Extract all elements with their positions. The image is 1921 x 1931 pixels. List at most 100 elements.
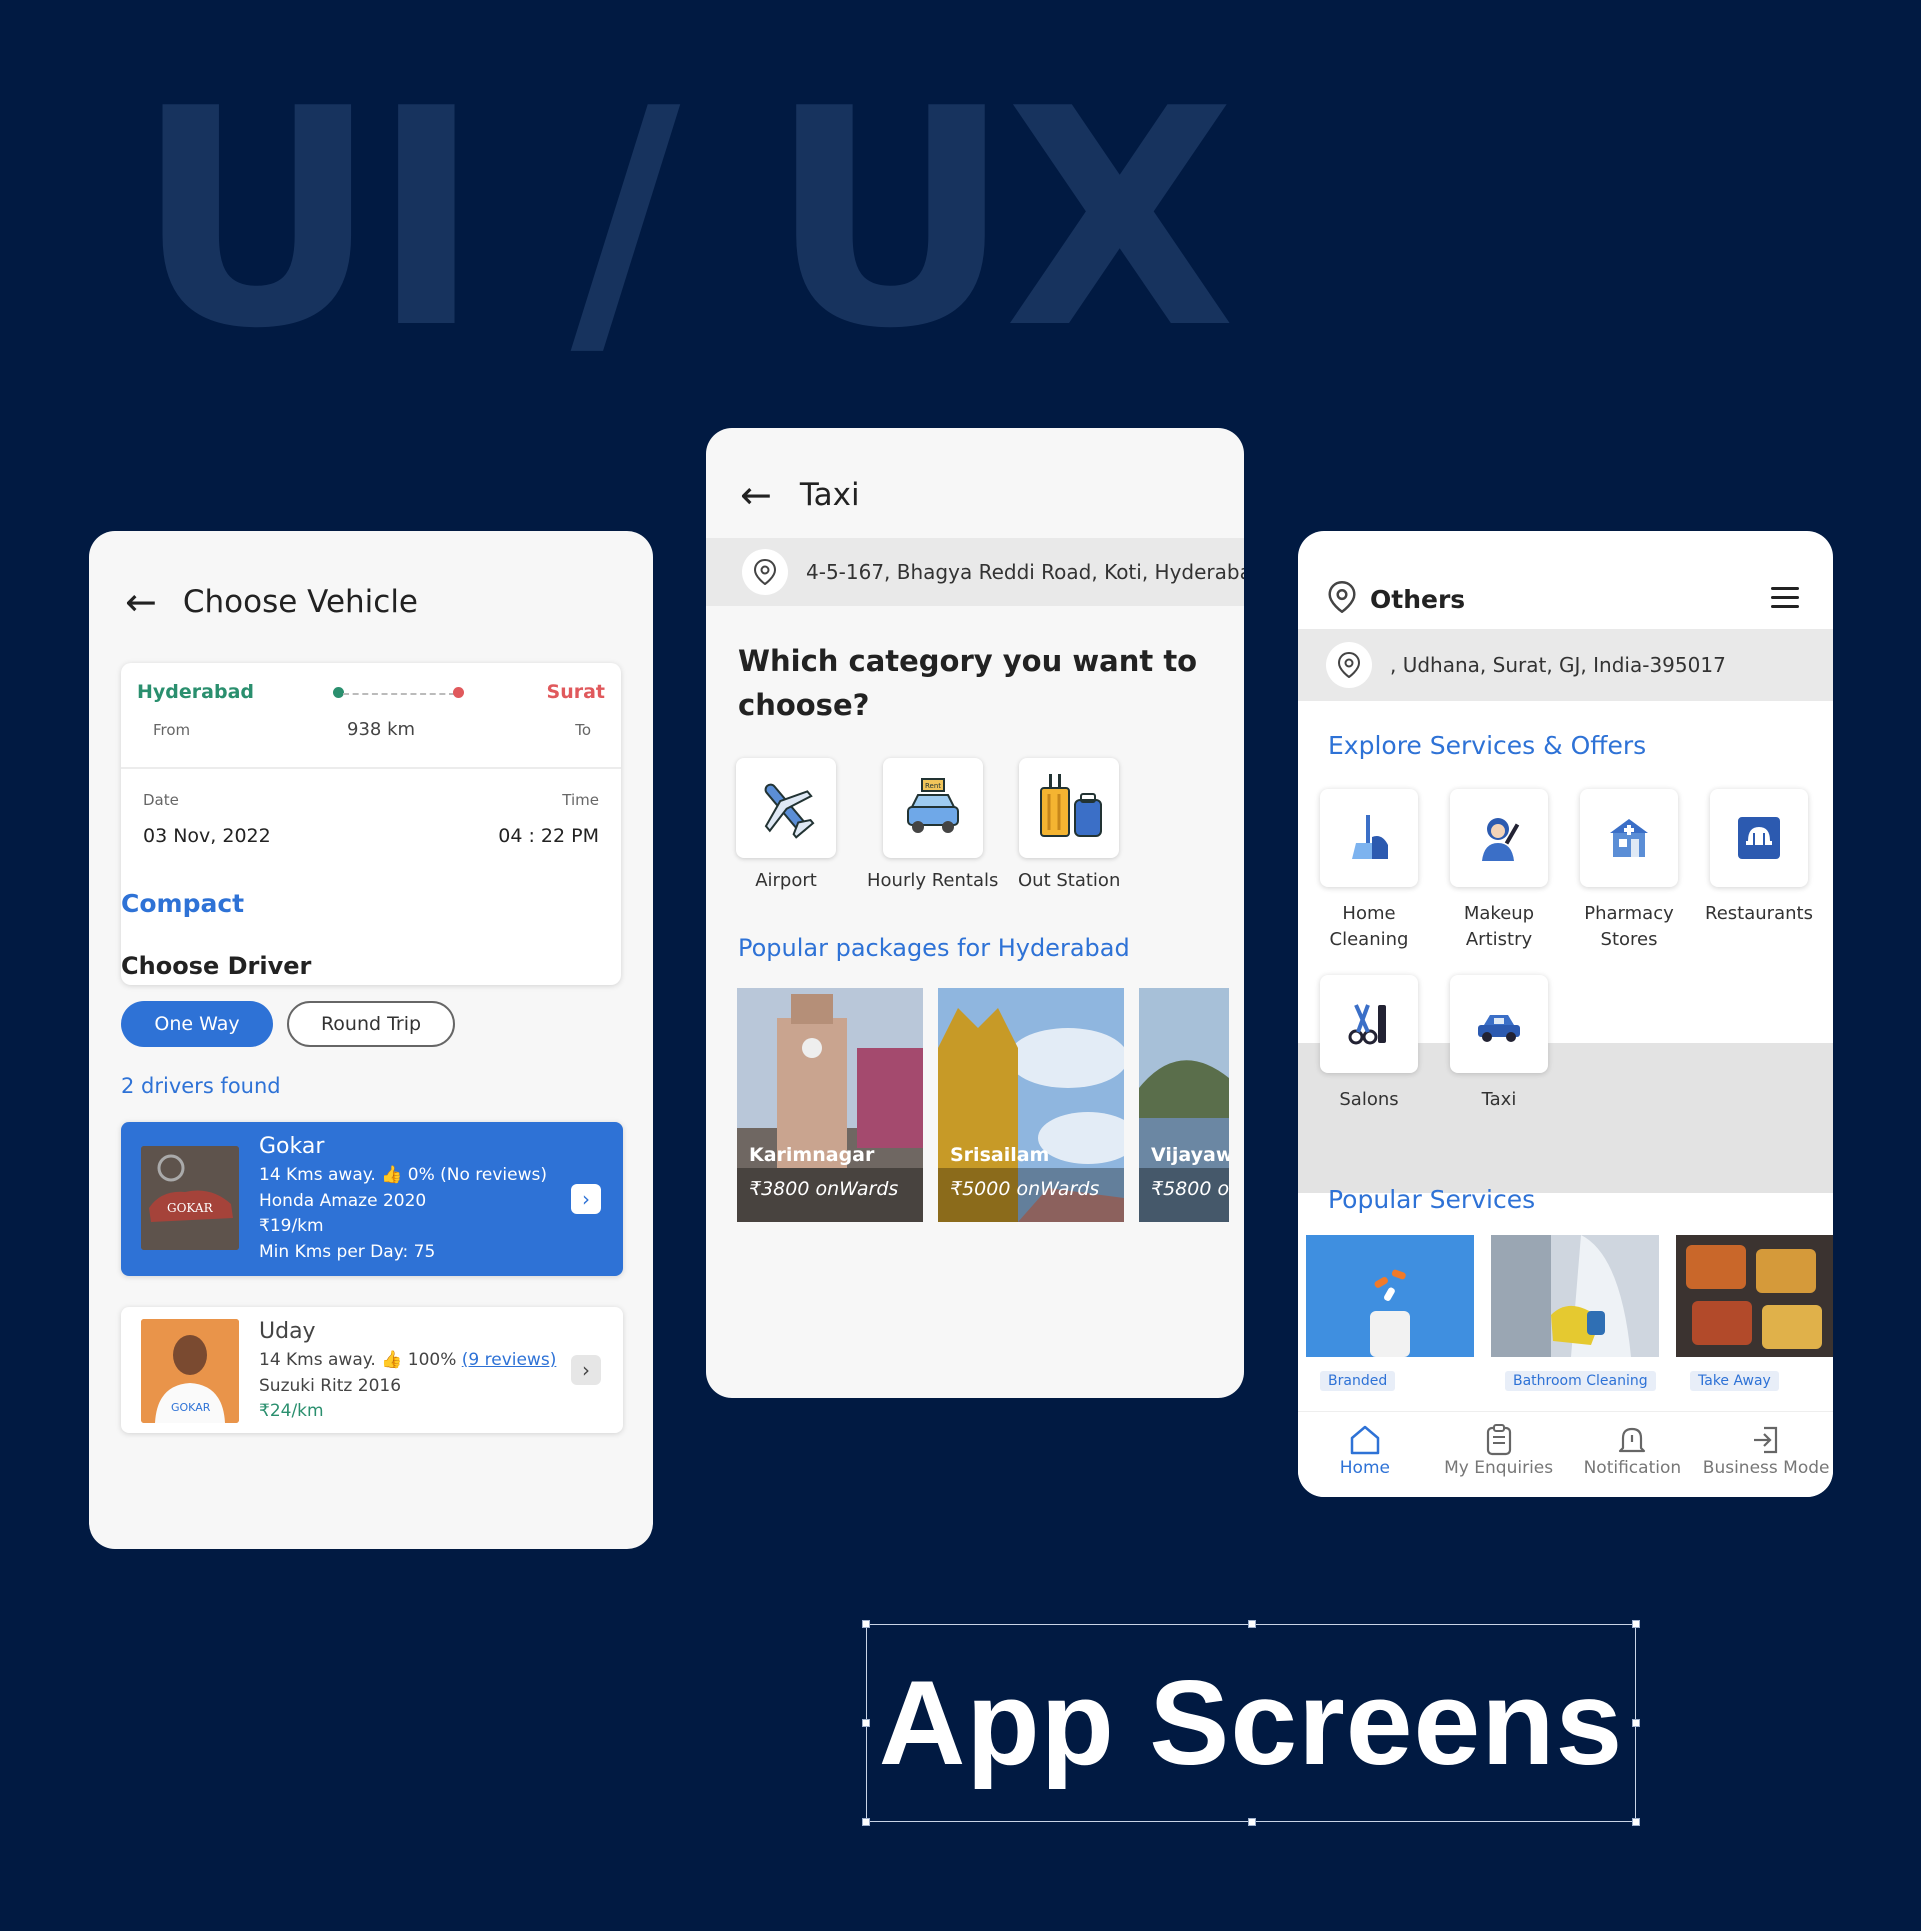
screen-header: ← Taxi: [740, 476, 860, 514]
popular-service-card[interactable]: Bathroom Cleaning: [1491, 1235, 1659, 1425]
location-text: , Udhana, Surat, GJ, India-395017: [1390, 653, 1726, 677]
service-restaurants[interactable]: Restaurants: [1699, 789, 1819, 927]
from-label: From: [153, 721, 191, 739]
driver-stats: 14 Kms away. 👍 100% (9 reviews): [259, 1348, 556, 1374]
nav-label: Notification: [1583, 1458, 1682, 1478]
rental-car-icon: Rent: [882, 758, 983, 858]
app-screens-title-box: App Screens: [862, 1620, 1640, 1826]
resize-handle[interactable]: [1632, 1719, 1640, 1727]
destination-dot-icon: [453, 687, 464, 698]
service-image: [1306, 1235, 1474, 1357]
popular-service-card[interactable]: Branded: [1306, 1235, 1474, 1425]
location-pin-icon: [742, 549, 788, 595]
location-bar[interactable]: 4-5-167, Bhagya Reddi Road, Koti, Hydera…: [706, 538, 1244, 606]
service-tag: Bathroom Cleaning: [1505, 1371, 1656, 1391]
back-arrow-icon[interactable]: ←: [125, 583, 157, 621]
restaurant-icon: [1710, 789, 1808, 887]
driver-min-kms: Min Kms per Day: 75: [259, 1241, 436, 1262]
svg-text:GOKAR: GOKAR: [171, 1401, 211, 1414]
back-arrow-icon[interactable]: ←: [740, 476, 772, 514]
location-bar[interactable]: , Udhana, Surat, GJ, India-395017: [1298, 629, 1833, 701]
category-out-station[interactable]: Out Station: [1018, 758, 1120, 891]
divider: [121, 767, 621, 769]
nav-business-mode[interactable]: Business Mode: [1699, 1412, 1833, 1497]
chevron-right-icon[interactable]: ›: [571, 1184, 601, 1214]
service-label: Pharmacy Stores: [1584, 903, 1674, 951]
service-taxi[interactable]: Taxi: [1439, 975, 1559, 1113]
to-city: Surat: [546, 681, 605, 703]
nav-my-enquiries[interactable]: My Enquiries: [1432, 1412, 1566, 1497]
round-trip-button[interactable]: Round Trip: [287, 1001, 455, 1047]
location-pin-icon[interactable]: [1328, 580, 1356, 617]
service-pharmacy-stores[interactable]: Pharmacy Stores: [1569, 789, 1689, 953]
category-label: Out Station: [1018, 870, 1121, 891]
date-value[interactable]: 03 Nov, 2022: [143, 825, 271, 847]
driver-photo: GOKAR: [141, 1319, 239, 1423]
one-way-button[interactable]: One Way: [121, 1001, 273, 1047]
service-tag: Branded: [1320, 1371, 1396, 1391]
package-card[interactable]: Karimnagar ₹3800 onWards: [737, 988, 923, 1222]
location-text: 4-5-167, Bhagya Reddi Road, Koti, Hydera…: [806, 560, 1244, 584]
ui-ux-background-heading: UI / UX: [135, 45, 1236, 394]
from-city: Hyderabad: [137, 681, 254, 703]
service-label: Taxi: [1481, 1089, 1517, 1110]
package-card[interactable]: Srisailam ₹5000 onWards: [938, 988, 1124, 1222]
scissors-comb-icon: [1320, 975, 1418, 1073]
driver-price: ₹24/km: [259, 1401, 324, 1421]
service-label: Salons: [1339, 1089, 1399, 1110]
to-label: To: [575, 721, 591, 739]
package-price: ₹5800 onWards: [1151, 1178, 1229, 1200]
driver-price: ₹19/km: [259, 1216, 324, 1236]
nav-notification[interactable]: Notification: [1566, 1412, 1700, 1497]
location-pin-icon: [1326, 642, 1372, 688]
screen-title: Taxi: [799, 477, 860, 513]
resize-handle[interactable]: [1248, 1818, 1256, 1826]
nav-home[interactable]: Home: [1298, 1412, 1432, 1497]
explore-services-heading: Explore Services & Offers: [1328, 731, 1647, 760]
choose-vehicle-screen: ← Choose Vehicle Hyderabad Surat From 93…: [89, 531, 653, 1549]
driver-photo: GOKAR: [141, 1146, 239, 1250]
service-label: Home Cleaning: [1329, 903, 1409, 951]
nav-label: My Enquiries: [1444, 1458, 1554, 1478]
driver-card-uday[interactable]: GOKAR Uday 14 Kms away. 👍 100% (9 review…: [121, 1307, 623, 1433]
hamburger-menu-icon[interactable]: [1771, 587, 1799, 614]
resize-handle[interactable]: [1248, 1620, 1256, 1628]
service-image: [1676, 1235, 1833, 1357]
reviews-link[interactable]: (9 reviews): [462, 1350, 557, 1370]
service-image: [1491, 1235, 1659, 1357]
chevron-right-icon[interactable]: ›: [571, 1355, 601, 1385]
resize-handle[interactable]: [862, 1818, 870, 1826]
package-name: Srisailam: [950, 1144, 1050, 1166]
package-name: Karimnagar: [749, 1144, 875, 1166]
route-line: [343, 693, 455, 695]
time-label: Time: [562, 791, 599, 809]
service-tag: Take Away: [1690, 1371, 1779, 1391]
popular-service-card[interactable]: Take Away: [1676, 1235, 1833, 1425]
resize-handle[interactable]: [1632, 1818, 1640, 1826]
others-screen: Others , Udhana, Surat, GJ, India-395017…: [1298, 531, 1833, 1497]
time-value[interactable]: 04 : 22 PM: [498, 825, 599, 847]
service-home-cleaning[interactable]: Home Cleaning: [1309, 789, 1429, 953]
service-makeup-artistry[interactable]: Makeup Artistry: [1439, 789, 1559, 953]
vehicle-class[interactable]: Compact: [121, 889, 244, 918]
taxi-icon: [1450, 975, 1548, 1073]
luggage-icon: [1019, 758, 1120, 858]
service-label: Makeup Artistry: [1463, 903, 1535, 951]
driver-card-gokar[interactable]: GOKAR Gokar 14 Kms away. 👍 0% (No review…: [121, 1122, 623, 1276]
popular-packages-heading: Popular packages for Hyderabad: [738, 934, 1130, 962]
service-label: Restaurants: [1705, 903, 1813, 924]
category-hourly-rentals[interactable]: Rent Hourly Rentals: [867, 758, 998, 891]
resize-handle[interactable]: [862, 1719, 870, 1727]
package-card[interactable]: Vijayawada ₹5800 onWards: [1139, 988, 1229, 1222]
resize-handle[interactable]: [862, 1620, 870, 1628]
driver-name: Gokar: [259, 1134, 325, 1159]
airplane-icon: [736, 758, 836, 858]
package-price: ₹5000 onWards: [950, 1178, 1100, 1200]
screen-title: Others: [1370, 584, 1466, 614]
choose-driver-heading: Choose Driver: [121, 952, 312, 980]
category-airport[interactable]: Airport: [736, 758, 836, 891]
service-salons[interactable]: Salons: [1309, 975, 1429, 1113]
package-price: ₹3800 onWards: [749, 1178, 899, 1200]
driver-info: Gokar 14 Kms away. 👍 0% (No reviews) Hon…: [259, 1130, 547, 1265]
resize-handle[interactable]: [1632, 1620, 1640, 1628]
